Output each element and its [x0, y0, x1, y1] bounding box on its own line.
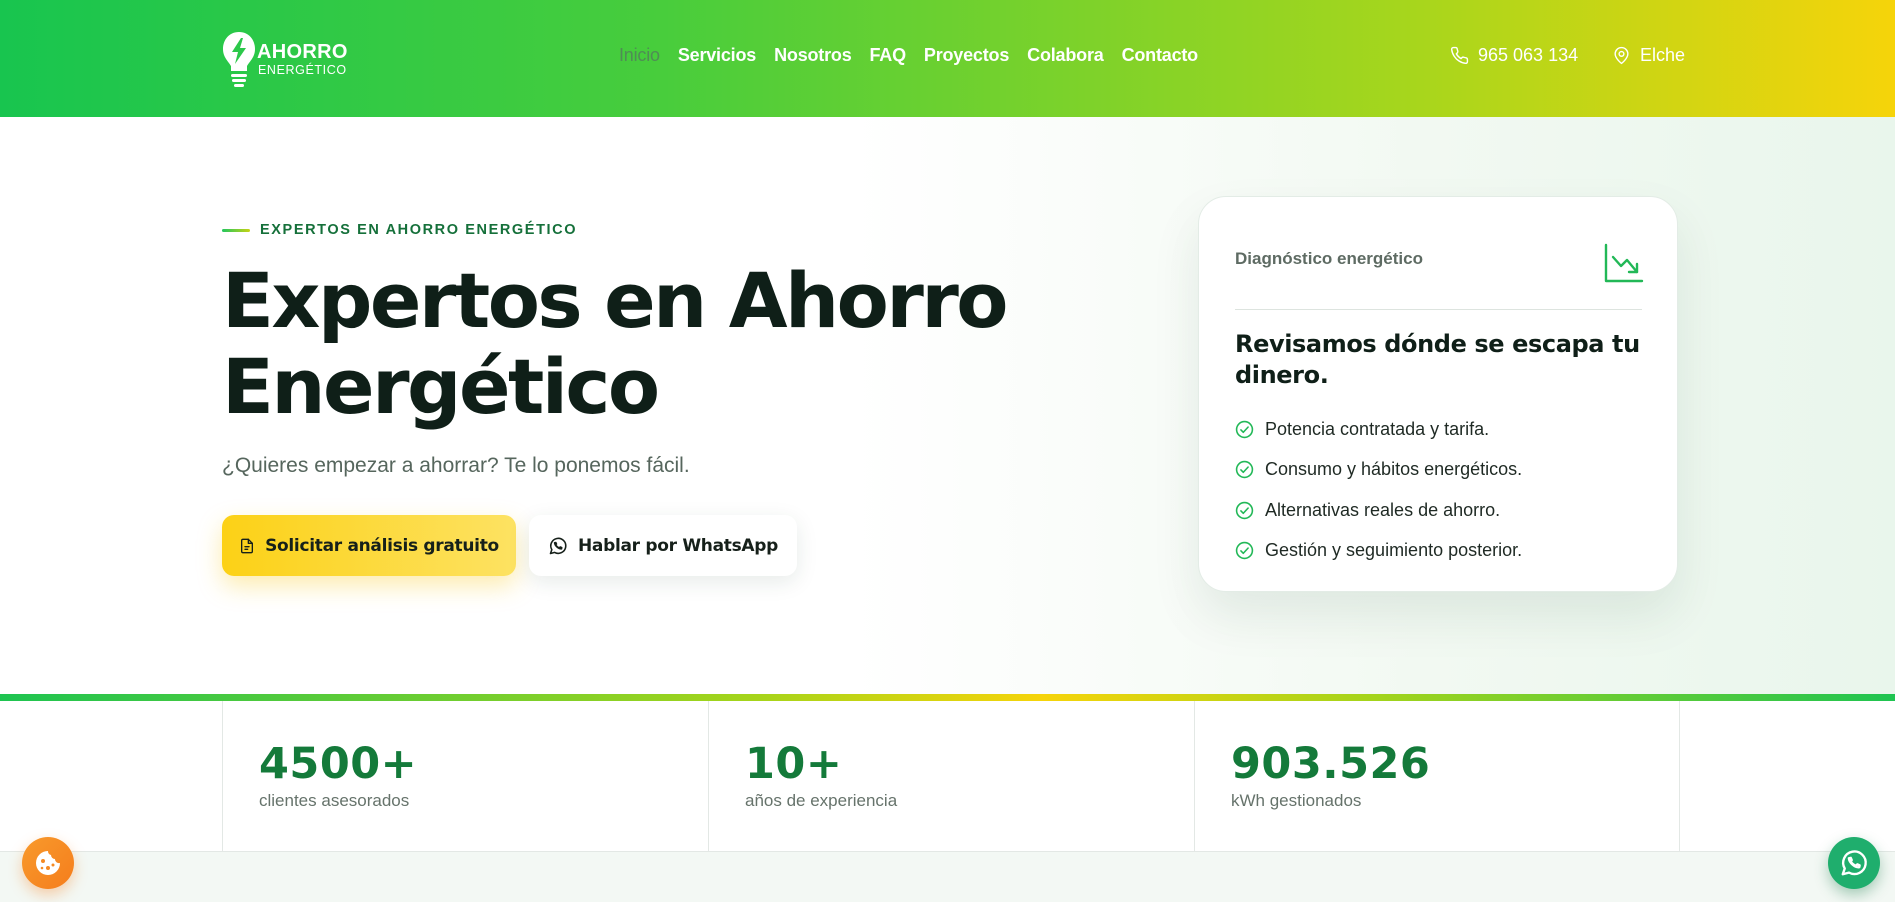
stat-experience: 10+ años de experiencia	[708, 701, 1194, 851]
next-section-edge	[0, 851, 1895, 902]
header-location-link[interactable]: Elche	[1612, 45, 1685, 66]
header-phone-link[interactable]: 965 063 134	[1450, 45, 1578, 66]
checklist-item-text: Consumo y hábitos energéticos.	[1265, 459, 1523, 480]
whatsapp-float-button[interactable]	[1828, 837, 1880, 889]
nav-item-nosotros[interactable]: Nosotros	[774, 45, 852, 66]
nav-item-colabora[interactable]: Colabora	[1027, 45, 1104, 66]
eyebrow-text: EXPERTOS EN AHORRO ENERGÉTICO	[260, 222, 578, 238]
stats-section: 4500+ clientes asesorados 10+ años de ex…	[0, 701, 1895, 851]
card-divider	[1235, 309, 1642, 310]
list-item: Potencia contratada y tarifa.	[1235, 409, 1522, 450]
document-icon	[241, 538, 254, 553]
check-circle-icon	[1235, 501, 1254, 519]
phone-icon	[1450, 46, 1469, 65]
gradient-divider	[0, 694, 1895, 701]
whatsapp-icon	[1841, 850, 1867, 876]
brand-wordmark: AHORRO ENERGÉTICO	[257, 42, 348, 77]
stat-value: 903.526	[1231, 739, 1431, 789]
stat-value: 10+	[745, 739, 843, 789]
check-circle-icon	[1235, 420, 1254, 438]
checklist-item-text: Gestión y seguimiento posterior.	[1265, 540, 1523, 561]
diagnosis-card: Diagnóstico energético Revisamos dónde s…	[1198, 196, 1678, 592]
stat-label: clientes asesorados	[259, 791, 410, 810]
location-name: Elche	[1640, 45, 1686, 65]
check-circle-icon	[1235, 542, 1254, 560]
whatsapp-icon	[549, 537, 567, 554]
nav-item-proyectos[interactable]: Proyectos	[924, 45, 1009, 66]
nav-item-faq[interactable]: FAQ	[870, 45, 907, 66]
hero-title-line1: Expertos en Ahorro	[222, 256, 1009, 345]
lightbulb-icon	[223, 32, 255, 87]
stat-clients: 4500+ clientes asesorados	[222, 701, 708, 851]
map-pin-icon	[1614, 46, 1629, 65]
trending-down-chart-icon	[1604, 243, 1644, 283]
stat-label: kWh gestionados	[1231, 791, 1362, 810]
nav-item-servicios[interactable]: Servicios	[678, 45, 756, 66]
stat-kwh: 903.526 kWh gestionados	[1194, 701, 1680, 851]
brand-name-line2: ENERGÉTICO	[258, 62, 347, 77]
hero-title-line2: Energético	[222, 342, 660, 431]
checklist-item-text: Alternativas reales de ahorro.	[1265, 499, 1501, 520]
whatsapp-chat-button[interactable]: Hablar por WhatsApp	[529, 515, 797, 576]
nav-item-contacto[interactable]: Contacto	[1122, 45, 1199, 66]
hero-eyebrow: EXPERTOS EN AHORRO ENERGÉTICO	[222, 222, 577, 238]
whatsapp-chat-label: Hablar por WhatsApp	[578, 535, 778, 556]
phone-number: 965 063 134	[1478, 45, 1579, 65]
checklist-item-text: Potencia contratada y tarifa.	[1265, 418, 1490, 439]
check-circle-icon	[1235, 461, 1254, 479]
card-title: Revisamos dónde se escapa tu dinero.	[1235, 330, 1640, 389]
nav-item-inicio[interactable]: Inicio	[619, 45, 660, 66]
hero-subtitle: ¿Quieres empezar a ahorrar? Te lo ponemo…	[222, 454, 690, 477]
card-checklist: Potencia contratada y tarifa. Consumo y …	[1235, 409, 1522, 571]
list-item: Consumo y hábitos energéticos.	[1235, 450, 1522, 491]
stat-label: años de experiencia	[745, 791, 898, 810]
brand-logo[interactable]: AHORRO ENERGÉTICO	[221, 30, 348, 88]
site-header: AHORRO ENERGÉTICO Inicio Servicios Nosot…	[0, 0, 1895, 117]
list-item: Alternativas reales de ahorro.	[1235, 490, 1522, 531]
card-heading: Diagnóstico energético	[1235, 249, 1423, 268]
hero-title: Expertos en Ahorro Energético	[222, 258, 1022, 430]
request-analysis-button[interactable]: Solicitar análisis gratuito	[222, 515, 516, 576]
request-analysis-label: Solicitar análisis gratuito	[265, 535, 499, 556]
eyebrow-accent-line	[222, 228, 250, 232]
cookie-icon	[36, 851, 60, 875]
list-item: Gestión y seguimiento posterior.	[1235, 531, 1522, 572]
cookie-settings-button[interactable]	[22, 837, 74, 889]
stat-value: 4500+	[259, 739, 418, 789]
brand-name-line1: AHORRO	[257, 40, 348, 63]
main-nav: Inicio Servicios Nosotros FAQ Proyectos …	[619, 45, 1198, 66]
